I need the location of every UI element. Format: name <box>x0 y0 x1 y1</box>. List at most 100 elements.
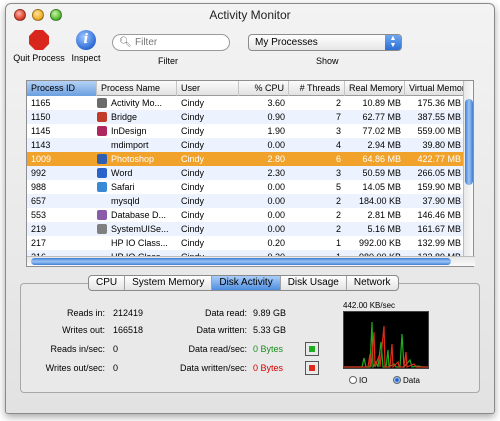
cell-cpu: 0.00 <box>267 182 285 192</box>
column-header-process-name[interactable]: Process Name <box>97 81 177 96</box>
table-body: 1165 Activity Mo... Cindy 3.60 2 10.89 MB 175.… <box>27 96 465 257</box>
cell-virtual-memory: 132.99 MB <box>417 238 461 248</box>
indesign-icon <box>97 126 107 136</box>
column-header-cpu[interactable]: % CPU <box>239 81 289 96</box>
cell-cpu: 2.80 <box>267 154 285 164</box>
search-icon: 🔍︎ <box>119 37 132 48</box>
cell-name: SystemUISe... <box>111 224 169 234</box>
cell-pid: 1009 <box>31 154 52 164</box>
writes-sec-label: Writes out/sec: <box>45 363 105 373</box>
process-table: Process ID Process Name User % CPU # Thr… <box>26 80 475 267</box>
column-header-process-id[interactable]: Process ID <box>27 81 97 96</box>
cell-threads: 3 <box>335 168 341 178</box>
write-color-well[interactable] <box>305 361 319 375</box>
show-processes-value: My Processes <box>255 37 318 48</box>
activity-monitor-window: Activity Monitor Quit Process i Inspect … <box>5 3 495 414</box>
reads-in-label: Reads in: <box>66 308 105 318</box>
table-row[interactable]: 219 SystemUISe... Cindy 0.00 2 5.16 MB 161.67 … <box>27 222 465 236</box>
table-row[interactable]: 217 HP IO Class... Cindy 0.20 1 992.00 KB 132.… <box>27 236 465 250</box>
cell-name: Photoshop <box>111 154 155 164</box>
cell-name: Database D... <box>111 210 167 220</box>
cell-cpu: 0.00 <box>267 224 285 234</box>
show-processes-select[interactable]: My Processes ▲ ▼ <box>248 34 402 51</box>
cell-real-memory: 184.00 KB <box>358 196 401 206</box>
cell-cpu: 0.00 <box>267 210 285 220</box>
io-radio-dot[interactable] <box>349 376 357 384</box>
read-color-well[interactable] <box>305 342 319 356</box>
cell-user: Cindy <box>181 126 205 136</box>
cell-pid: 1143 <box>31 140 51 150</box>
vertical-scrollbar[interactable] <box>463 81 473 257</box>
table-row[interactable]: 1150 Bridge Cindy 0.90 7 62.77 MB 387.55 MB <box>27 110 465 124</box>
data-read-label: Data read: <box>204 308 247 318</box>
horizontal-scroll-thumb[interactable] <box>31 258 451 265</box>
column-header-virtual-memory[interactable]: Virtual Memory <box>405 81 465 96</box>
minimize-window-button[interactable] <box>32 9 44 21</box>
monitor-tabs: CPU System Memory Disk Activity Disk Usa… <box>88 275 399 291</box>
zoom-window-button[interactable] <box>50 9 62 21</box>
quit-process-label: Quit Process <box>13 53 65 63</box>
cell-pid: 988 <box>31 182 47 192</box>
writes-out-label: Writes out: <box>62 325 105 335</box>
cell-user: Cindy <box>181 140 205 150</box>
table-row[interactable]: 1009 Photoshop Cindy 2.80 6 64.86 MB 422.77 MB <box>27 152 465 166</box>
disk-activity-plot <box>344 321 428 370</box>
cell-real-memory: 50.59 MB <box>362 168 401 178</box>
cell-name: HP IO Class... <box>111 238 168 248</box>
cell-user: Cindy <box>181 224 205 234</box>
cell-pid: 1165 <box>31 98 51 108</box>
data-radio[interactable]: Data <box>393 376 420 386</box>
table-row[interactable]: 657 mysqld Cindy 0.00 2 184.00 KB 37.90 MB <box>27 194 465 208</box>
filter-search-field[interactable]: 🔍︎ <box>112 34 230 51</box>
cell-virtual-memory: 266.05 MB <box>417 168 461 178</box>
cell-real-memory: 10.89 MB <box>362 98 401 108</box>
table-row[interactable]: 1143 mdimport Cindy 0.00 4 2.94 MB 39.80 MB <box>27 138 465 152</box>
read-series-line <box>344 321 428 370</box>
cell-user: Cindy <box>181 210 205 220</box>
filter-input[interactable] <box>133 36 225 49</box>
cell-cpu: 0.00 <box>267 140 285 150</box>
word-icon <box>97 168 107 178</box>
column-header-user[interactable]: User <box>177 81 239 96</box>
cell-threads: 5 <box>335 182 341 192</box>
cell-user: Cindy <box>181 196 205 206</box>
cell-pid: 657 <box>31 196 47 206</box>
close-window-button[interactable] <box>14 9 26 21</box>
table-row[interactable]: 1145 InDesign Cindy 1.90 3 77.02 MB 559.00 MB <box>27 124 465 138</box>
data-read-value: 9.89 GB <box>253 308 287 318</box>
tab-cpu[interactable]: CPU <box>89 276 126 290</box>
cell-cpu: 0.90 <box>267 112 285 122</box>
data-written-sec-label: Data written/sec: <box>179 363 247 373</box>
vertical-scroll-thumb[interactable] <box>465 99 473 185</box>
cell-user: Cindy <box>181 98 205 108</box>
cell-real-memory: 62.77 MB <box>362 112 401 122</box>
table-row[interactable]: 553 Database D... Cindy 0.00 2 2.81 MB 146.46 … <box>27 208 465 222</box>
tab-disk-usage[interactable]: Disk Usage <box>281 276 347 290</box>
table-row[interactable]: 992 Word Cindy 2.30 3 50.59 MB 266.05 MB <box>27 166 465 180</box>
tab-network[interactable]: Network <box>347 276 398 290</box>
horizontal-scrollbar[interactable] <box>27 256 475 266</box>
column-header-threads[interactable]: # Threads <box>289 81 345 96</box>
cell-pid: 219 <box>31 224 47 234</box>
io-radio[interactable]: IO <box>349 376 367 386</box>
data-radio-label: Data <box>403 376 420 385</box>
column-header-real-memory[interactable]: Real Memory <box>345 81 405 96</box>
table-row[interactable]: 1165 Activity Mo... Cindy 3.60 2 10.89 MB 175.… <box>27 96 465 110</box>
quit-process-button[interactable]: Quit Process <box>12 30 66 63</box>
cell-real-memory: 14.05 MB <box>362 182 401 192</box>
cell-user: Cindy <box>181 168 205 178</box>
inspect-button[interactable]: i Inspect <box>68 30 104 63</box>
cell-real-memory: 992.00 KB <box>358 238 401 248</box>
tab-system-memory[interactable]: System Memory <box>125 276 213 290</box>
bridge-icon <box>97 112 107 122</box>
disk-activity-graph <box>343 311 429 370</box>
cell-name: InDesign <box>111 126 147 136</box>
inspect-label: Inspect <box>71 53 101 63</box>
table-row[interactable]: 988 Safari Cindy 0.00 5 14.05 MB 159.90 MB <box>27 180 465 194</box>
cell-virtual-memory: 159.90 MB <box>417 182 461 192</box>
cell-virtual-memory: 387.55 MB <box>417 112 461 122</box>
data-radio-dot[interactable] <box>393 376 401 384</box>
tab-disk-activity[interactable]: Disk Activity <box>212 276 281 290</box>
cell-threads: 2 <box>335 196 341 206</box>
cell-real-memory: 5.16 MB <box>367 224 401 234</box>
